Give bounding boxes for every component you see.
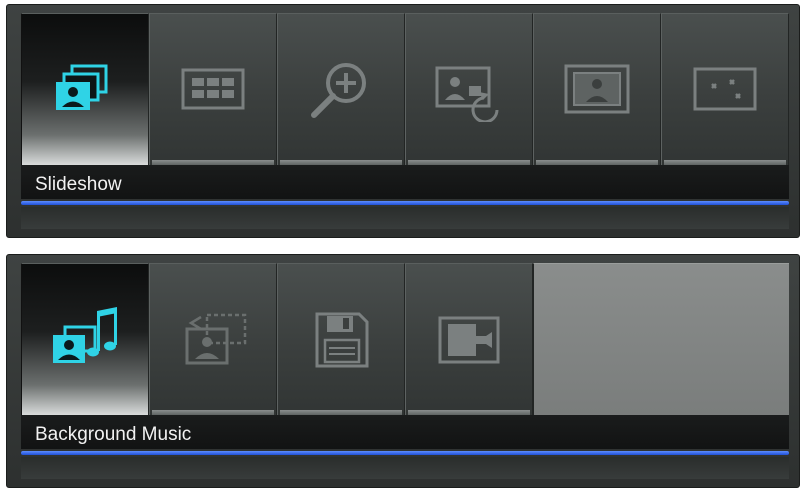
- menu-label-bar: Background Music: [21, 415, 789, 449]
- transition-icon: [185, 313, 247, 364]
- icon-toolbar: [21, 263, 789, 415]
- slideshow-icon: [56, 64, 108, 110]
- photo-frame-icon: [564, 64, 630, 113]
- save-button[interactable]: [277, 263, 405, 415]
- exit-icon: [438, 316, 500, 363]
- photo-frame-button[interactable]: [533, 13, 661, 165]
- menu-label-bar: Slideshow: [21, 165, 789, 199]
- fit-screen-icon: [693, 67, 757, 110]
- panel-footer: [21, 457, 789, 479]
- save-disk-icon: [315, 312, 369, 367]
- menu-label: Background Music: [35, 424, 192, 445]
- music-menu-panel: Background Music: [6, 254, 800, 488]
- background-music-button[interactable]: [21, 263, 149, 415]
- transition-button[interactable]: [149, 263, 277, 415]
- slideshow-button[interactable]: [21, 13, 149, 165]
- menu-label: Slideshow: [35, 174, 122, 195]
- zoom-in-icon: [311, 62, 366, 118]
- rotate-photo-icon: [435, 66, 499, 122]
- fit-screen-button[interactable]: [661, 13, 789, 165]
- rotate-photo-button[interactable]: [405, 13, 533, 165]
- exit-button[interactable]: [405, 263, 533, 415]
- background-music-icon: [53, 306, 117, 363]
- zoom-in-button[interactable]: [277, 13, 405, 165]
- focus-highlight-line: [21, 201, 789, 205]
- icon-toolbar: [21, 13, 789, 165]
- focus-highlight-line: [21, 451, 789, 455]
- empty-slot: [533, 263, 789, 415]
- thumbnail-grid-icon: [181, 68, 245, 109]
- panel-footer: [21, 207, 789, 229]
- photo-menu-panel: Slideshow: [6, 4, 800, 238]
- thumbnail-grid-button[interactable]: [149, 13, 277, 165]
